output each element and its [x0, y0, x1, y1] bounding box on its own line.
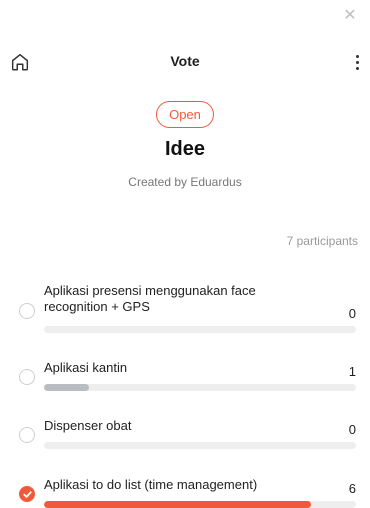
participants-count: 7 participants — [286, 234, 358, 248]
option-label: Aplikasi to do list (time management) — [44, 477, 258, 492]
option-progress-track — [44, 326, 356, 333]
status-badge: Open — [156, 101, 214, 128]
close-icon[interactable]: ✕ — [340, 6, 360, 26]
option-vote-count: 0 — [348, 422, 356, 437]
option-progress-fill — [44, 384, 89, 391]
option-vote-count: 6 — [348, 481, 356, 496]
option-progress-track — [44, 384, 356, 391]
option-label: Aplikasi presensi menggunakan face recog… — [44, 283, 256, 314]
header-bar: Vote — [0, 48, 370, 78]
option-radio[interactable] — [19, 427, 35, 443]
option-label: Dispenser obat — [44, 418, 132, 433]
option-radio-checked[interactable] — [19, 486, 35, 502]
checkmark-icon — [23, 491, 32, 498]
page-title: Vote — [170, 53, 200, 69]
poll-title: Idee — [164, 138, 206, 160]
option-radio[interactable] — [19, 369, 35, 385]
poll-creator: Created by Eduardus — [128, 175, 242, 189]
option-vote-count: 1 — [348, 364, 356, 379]
more-vertical-icon[interactable] — [350, 50, 364, 74]
option-radio[interactable] — [19, 303, 35, 319]
option-progress-track — [44, 442, 356, 449]
option-label: Aplikasi kantin — [44, 360, 128, 375]
option-vote-count: 0 — [348, 306, 356, 321]
